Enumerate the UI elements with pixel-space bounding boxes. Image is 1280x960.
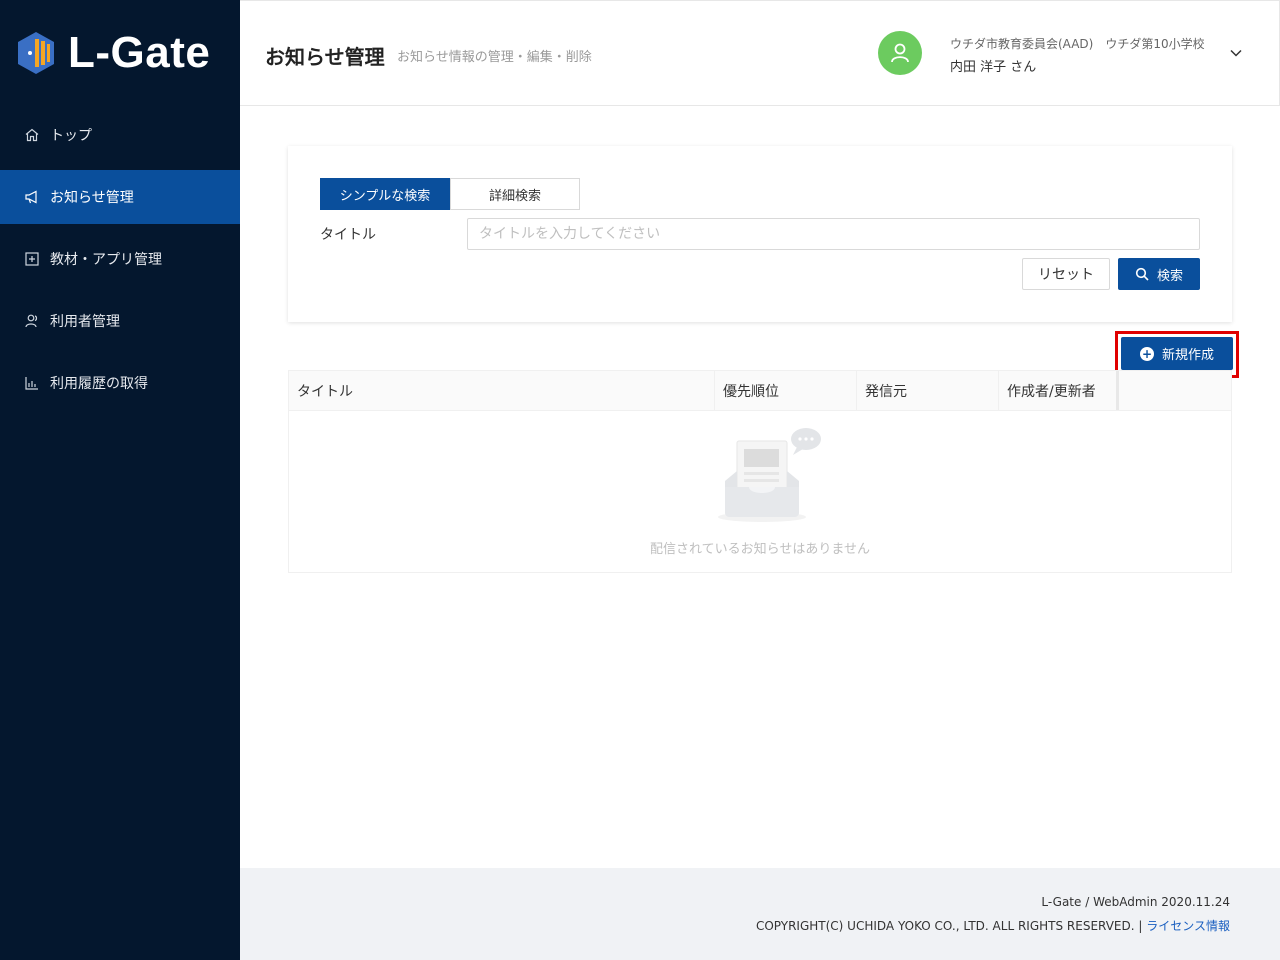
- sidebar-nav: トップ お知らせ管理 教材・アプリ管理 利用者管理 利用履歴の取得: [0, 108, 240, 410]
- search-tabs: シンプルな検索 詳細検索: [320, 178, 580, 210]
- home-icon: [24, 127, 40, 143]
- notices-table: タイトル 優先順位 発信元 作成者/更新者 配信されているお知らせはありません: [288, 370, 1232, 573]
- footer: L-Gate / WebAdmin 2020.11.24 COPYRIGHT(C…: [240, 868, 1280, 960]
- user-organization: ウチダ市教育委員会(AAD) ウチダ第10小学校: [950, 37, 1205, 51]
- tab-simple-search[interactable]: シンプルな検索: [320, 178, 450, 210]
- new-notice-button[interactable]: + 新規作成: [1121, 337, 1233, 370]
- sidebar-item-users[interactable]: 利用者管理: [0, 294, 240, 348]
- empty-inbox-icon: [718, 428, 821, 522]
- tab-advanced-search[interactable]: 詳細検索: [450, 178, 580, 210]
- avatar[interactable]: [878, 31, 922, 75]
- users-icon: [24, 313, 40, 329]
- plus-circle-icon: +: [1139, 346, 1154, 361]
- license-link[interactable]: ライセンス情報: [1146, 919, 1230, 933]
- bar-chart-icon: [24, 375, 40, 391]
- sidebar-item-history[interactable]: 利用履歴の取得: [0, 356, 240, 410]
- search-icon: [1135, 267, 1149, 281]
- user-icon: [891, 43, 909, 63]
- empty-state-text: 配信されているお知らせはありません: [650, 542, 870, 557]
- empty-state: 配信されているお知らせはありません: [289, 411, 1231, 573]
- sidebar-item-label: 利用者管理: [50, 314, 120, 330]
- title-search-input[interactable]: [467, 218, 1200, 250]
- page-subtitle: お知らせ情報の管理・編集・削除: [397, 50, 592, 65]
- sidebar-item-label: 教材・アプリ管理: [50, 252, 162, 268]
- user-name: 内田 洋子 さん: [950, 60, 1037, 75]
- chevron-down-icon[interactable]: [1228, 45, 1244, 61]
- logo-text: L-Gate: [68, 28, 211, 77]
- column-header-sender[interactable]: 発信元: [857, 371, 999, 410]
- table-header: タイトル 優先順位 発信元 作成者/更新者: [289, 371, 1231, 411]
- sidebar-item-notices[interactable]: お知らせ管理: [0, 170, 240, 224]
- header: お知らせ管理 お知らせ情報の管理・編集・削除 ウチダ市教育委員会(AAD) ウチ…: [240, 0, 1280, 106]
- reset-button[interactable]: リセット: [1022, 258, 1110, 290]
- column-header-priority[interactable]: 優先順位: [715, 371, 857, 410]
- copyright-line: COPYRIGHT(C) UCHIDA YOKO CO., LTD. ALL R…: [756, 917, 1230, 934]
- new-button-label: 新規作成: [1161, 348, 1214, 363]
- sidebar-item-apps[interactable]: 教材・アプリ管理: [0, 232, 240, 286]
- column-header-actions: [1119, 371, 1231, 410]
- column-header-author[interactable]: 作成者/更新者: [999, 371, 1119, 410]
- sidebar-item-label: お知らせ管理: [50, 190, 134, 206]
- sidebar-item-top[interactable]: トップ: [0, 108, 240, 162]
- sidebar: L-Gate トップ お知らせ管理 教材・アプリ管理 利用者管理 利用履歴の取得: [0, 0, 240, 960]
- page-title: お知らせ管理: [265, 45, 385, 69]
- sidebar-item-label: 利用履歴の取得: [50, 376, 148, 392]
- copyright-text: COPYRIGHT(C) UCHIDA YOKO CO., LTD. ALL R…: [755, 919, 1147, 933]
- search-button-label: 検索: [1156, 268, 1183, 284]
- logo[interactable]: L-Gate: [0, 0, 240, 106]
- megaphone-icon: [24, 189, 40, 205]
- version-text: L-Gate / WebAdmin 2020.11.24: [1041, 895, 1230, 909]
- title-field-label: タイトル: [320, 227, 376, 243]
- column-header-title[interactable]: タイトル: [289, 371, 715, 410]
- search-panel: シンプルな検索 詳細検索 タイトル リセット 検索: [288, 146, 1232, 322]
- plus-square-icon: [24, 251, 40, 267]
- sidebar-item-label: トップ: [50, 128, 92, 144]
- logo-mark-icon: [18, 32, 54, 74]
- search-button[interactable]: 検索: [1118, 258, 1200, 290]
